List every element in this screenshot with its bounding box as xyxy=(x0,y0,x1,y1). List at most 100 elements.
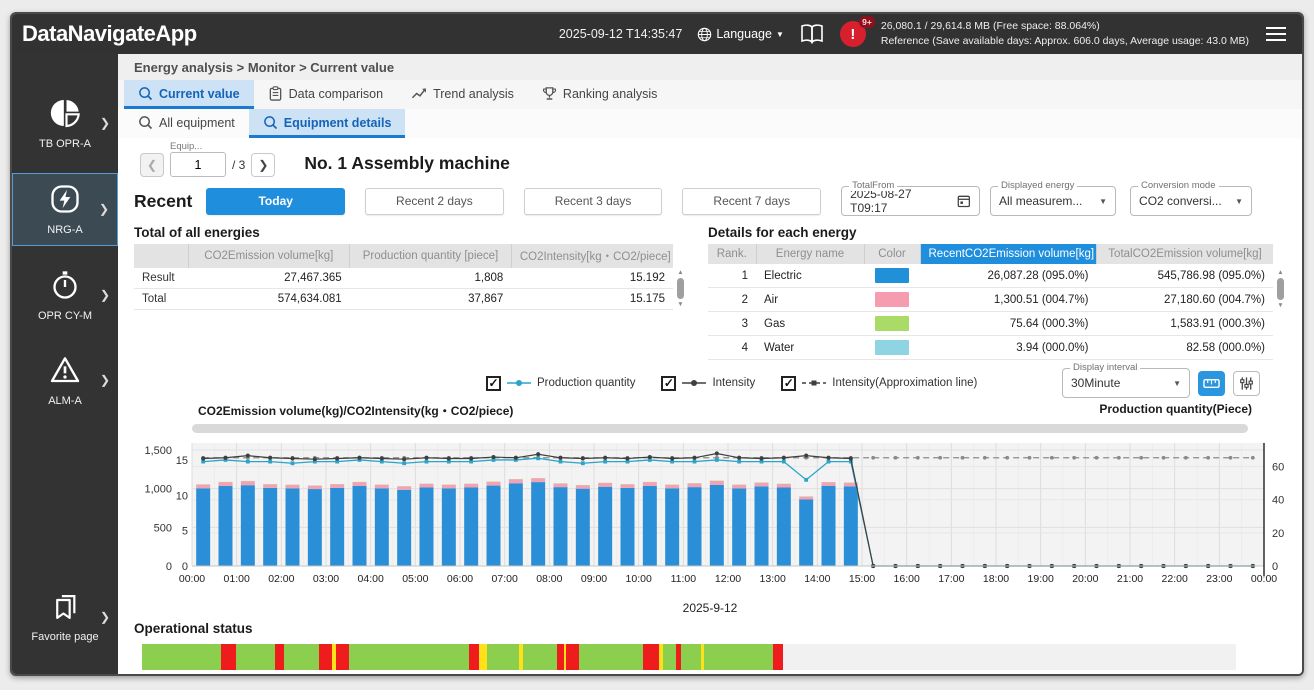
status-axis-label: 18:00 xyxy=(948,674,977,676)
svg-text:0: 0 xyxy=(1272,561,1278,573)
sidebar-item-alm-a[interactable]: ALM-A ❯ xyxy=(12,345,118,416)
table-row: 4 Water 3.94 (000.0%) 82.58 (000.0%) xyxy=(708,336,1273,360)
svg-text:14:00: 14:00 xyxy=(804,573,830,585)
svg-text:07:00: 07:00 xyxy=(492,573,518,585)
alert-button[interactable]: ! 9+ xyxy=(840,21,866,47)
storage-reference: Reference (Save available days: Approx. … xyxy=(881,34,1249,49)
tab-ranking-analysis[interactable]: Ranking analysis xyxy=(528,80,672,109)
svg-text:11:00: 11:00 xyxy=(671,573,697,585)
ruler-button[interactable] xyxy=(1198,371,1225,396)
total-co2-value: 27,180.60 (004.7%) xyxy=(1097,288,1274,312)
book-icon xyxy=(799,23,825,45)
svg-text:05:00: 05:00 xyxy=(402,573,428,585)
sidebar: TB OPR-A ❯ NRG-A ❯ OPR CY-M ❯ xyxy=(12,54,118,676)
total-from-label: TotalFrom xyxy=(849,180,897,191)
language-menu[interactable]: Language ▼ xyxy=(697,27,784,42)
tab-label: Current value xyxy=(159,87,240,101)
chart-settings-button[interactable] xyxy=(1233,371,1260,396)
tab-trend-analysis[interactable]: Trend analysis xyxy=(397,80,528,109)
svg-text:01:00: 01:00 xyxy=(224,573,250,585)
sidebar-item-label: ALM-A xyxy=(12,395,118,407)
manual-button[interactable] xyxy=(799,23,825,45)
tab-label: Data comparison xyxy=(289,87,384,101)
svg-text:15:00: 15:00 xyxy=(849,573,875,585)
recent-2-days-button[interactable]: Recent 2 days xyxy=(365,188,504,215)
production-quantity-checkbox[interactable]: ✓ Production quantity xyxy=(486,376,635,391)
tab-all-equipment[interactable]: All equipment xyxy=(124,109,249,138)
next-equipment-button[interactable]: ❯ xyxy=(251,153,275,177)
clipboard-icon xyxy=(268,86,283,101)
chevron-right-icon: ❯ xyxy=(100,609,110,623)
top-bar: DataNavigateApp 2025-09-12 T14:35:47 Lan… xyxy=(12,14,1302,54)
svg-text:20:00: 20:00 xyxy=(1072,573,1098,585)
status-segment-run xyxy=(663,644,676,670)
svg-text:60: 60 xyxy=(1272,462,1284,474)
language-label: Language xyxy=(716,27,772,41)
total-from-value: 2025-08-27 T09:17 xyxy=(850,187,949,215)
rank: 3 xyxy=(708,312,756,336)
table-scrollbar[interactable]: ▲▼ xyxy=(1275,267,1286,360)
tab-label: Trend analysis xyxy=(433,87,514,101)
sidebar-item-tb-opr-a[interactable]: TB OPR-A ❯ xyxy=(12,88,118,159)
approximation-line-marker xyxy=(802,378,826,388)
status-segment-run xyxy=(236,644,275,670)
hamburger-menu-icon[interactable] xyxy=(1264,25,1288,43)
status-segment-run xyxy=(523,644,557,670)
storage-usage: 26,080.1 / 29,614.8 MB (Free space: 88.0… xyxy=(881,19,1249,34)
status-axis-label: 21:00 xyxy=(1085,674,1114,676)
recent-7-days-button[interactable]: Recent 7 days xyxy=(682,188,821,215)
column-header[interactable]: TotalCO2Emission volume[kg] xyxy=(1097,244,1274,264)
sliders-icon xyxy=(1239,376,1254,391)
today-button[interactable]: Today xyxy=(206,188,345,215)
energy-chart-section: CO2Emission volume(kg)/CO2Intensity(kg・C… xyxy=(118,398,1302,617)
chevron-down-icon: ▼ xyxy=(1099,197,1107,206)
sidebar-item-opr-cy-m[interactable]: OPR CY-M ❯ xyxy=(12,260,118,331)
color-swatch xyxy=(875,340,909,355)
tab-current-value[interactable]: Current value xyxy=(124,80,254,109)
details-table: Rank. Energy name Color RecentCO2Emissio… xyxy=(708,244,1273,360)
svg-text:19:00: 19:00 xyxy=(1028,573,1054,585)
checkbox-checked-icon: ✓ xyxy=(781,376,796,391)
period-row: Recent Today Recent 2 days Recent 3 days… xyxy=(118,183,1302,221)
details-table-title: Details for each energy xyxy=(708,225,1286,240)
recent-3-days-button[interactable]: Recent 3 days xyxy=(524,188,663,215)
conversion-mode-select[interactable]: Conversion mode CO2 conversi... ▼ xyxy=(1130,186,1252,216)
table-scrollbar[interactable]: ▲▼ xyxy=(675,267,686,310)
column-header-active[interactable]: RecentCO2Emission volume[kg] xyxy=(920,244,1097,264)
svg-text:06:00: 06:00 xyxy=(447,573,473,585)
table-row: Total 574,634.081 37,867 15.175 xyxy=(134,289,673,310)
sidebar-item-label: Favorite page xyxy=(12,631,118,643)
app-window: DataNavigateApp 2025-09-12 T14:35:47 Lan… xyxy=(10,12,1304,676)
status-segment-stop xyxy=(275,644,284,670)
tab-data-comparison[interactable]: Data comparison xyxy=(254,80,398,109)
primary-tabs: Current value Data comparison xyxy=(118,80,1302,109)
equipment-pager-label: Equip... xyxy=(168,141,204,152)
svg-text:1,000: 1,000 xyxy=(144,484,172,496)
total-co2-value: 1,583.91 (000.3%) xyxy=(1097,312,1274,336)
total-from-field[interactable]: TotalFrom 2025-08-27 T09:17 xyxy=(841,186,980,216)
tab-label: All equipment xyxy=(159,116,235,130)
chevron-right-icon: ❯ xyxy=(100,115,110,129)
checkbox-checked-icon: ✓ xyxy=(486,376,501,391)
prev-equipment-button[interactable]: ❮ xyxy=(140,153,164,177)
totals-table-title: Total of all energies xyxy=(134,225,686,240)
intensity-checkbox[interactable]: ✓ Intensity xyxy=(661,376,755,391)
color-swatch xyxy=(875,292,909,307)
equipment-number-input[interactable] xyxy=(170,152,226,177)
sidebar-item-nrg-a[interactable]: NRG-A ❯ xyxy=(12,173,118,246)
tab-equipment-details[interactable]: Equipment details xyxy=(249,109,406,138)
status-segment-stop xyxy=(557,644,565,670)
sidebar-item-label: OPR CY-M xyxy=(12,310,118,322)
totals-table: CO2Emission volume[kg] Production quanti… xyxy=(134,244,673,310)
displayed-energy-label: Displayed energy xyxy=(998,180,1077,191)
svg-text:20: 20 xyxy=(1272,528,1284,540)
sidebar-item-favorite-page[interactable]: Favorite page ❯ xyxy=(12,583,118,652)
intensity-approximation-checkbox[interactable]: ✓ Intensity(Approximation line) xyxy=(781,376,977,391)
total-co2-value: 82.58 (000.0%) xyxy=(1097,336,1274,360)
chart-horizontal-scrollbar[interactable] xyxy=(192,424,1248,433)
displayed-energy-select[interactable]: Displayed energy All measurem... ▼ xyxy=(990,186,1116,216)
display-interval-select[interactable]: Display interval 30Minute ▼ xyxy=(1062,368,1190,398)
monitor-search-icon xyxy=(263,115,278,130)
column-header: Production quantity [piece] xyxy=(350,244,512,268)
svg-text:0: 0 xyxy=(182,561,188,573)
